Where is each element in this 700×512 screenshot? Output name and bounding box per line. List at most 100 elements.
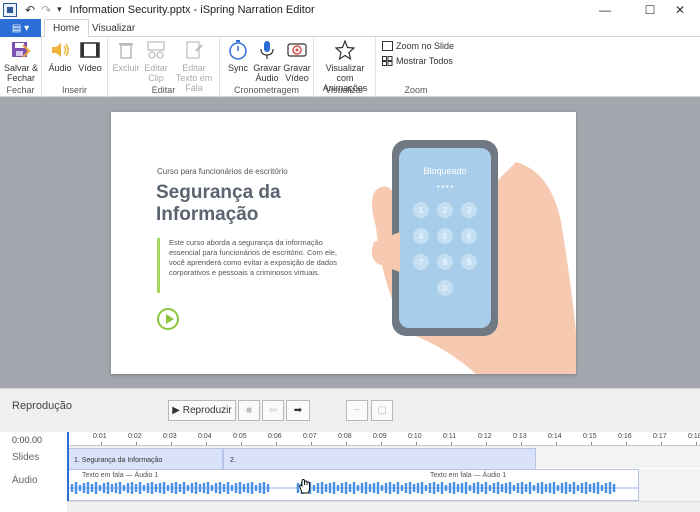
ribbon-group-close: Salvar & Fechar Fechar [0, 37, 42, 97]
hand-cursor-icon [299, 479, 310, 494]
ruler-tick [276, 442, 277, 445]
ruler-tick-label: 0:09 [373, 433, 387, 440]
ruler-tick-label: 0:05 [233, 433, 247, 440]
zoom-out-button[interactable]: − [346, 400, 368, 421]
thumb-shape [371, 232, 400, 272]
zoom-slide-icon [382, 41, 393, 51]
next-slide-button[interactable]: ➡ [286, 400, 310, 421]
close-button[interactable]: ✕ [660, 0, 700, 19]
show-all-label: Mostrar Todos [396, 56, 453, 66]
horizontal-scrollbar[interactable] [67, 501, 700, 512]
ruler-tick-label: 0:01 [93, 433, 107, 440]
ruler-tick [241, 442, 242, 445]
slide-block-2[interactable]: 2. [223, 448, 536, 470]
ruler-tick [626, 442, 627, 445]
playback-label: Reprodução [12, 400, 72, 412]
ruler-tick-label: 0:13 [513, 433, 527, 440]
film-icon [80, 42, 100, 58]
tab-view[interactable]: Visualizar [84, 19, 143, 38]
group-label-insert: Inserir [61, 85, 87, 95]
undo-icon[interactable]: ↶ [25, 3, 35, 17]
phone-key: 2 [443, 206, 448, 215]
sync-label: Sync [227, 63, 248, 73]
audio-track-label: Áudio [12, 475, 38, 486]
slide-headline: Segurança da Informação [156, 182, 281, 225]
record-video-label: Gravar Vídeo [283, 63, 311, 83]
record-audio-label: Gravar Áudio [253, 63, 281, 83]
group-label-zoom: Zoom [404, 85, 428, 95]
ruler-tick [556, 442, 557, 445]
ruler-tick [521, 442, 522, 445]
stop-button[interactable]: ■ [238, 400, 260, 421]
show-all-button[interactable]: Mostrar Todos [382, 56, 453, 66]
ruler-tick-label: 0:03 [163, 433, 177, 440]
ruler-tick [206, 442, 207, 445]
video-label: Vídeo [78, 63, 102, 73]
current-time: 0:00.00 [12, 435, 43, 445]
redo-icon[interactable]: ↷ [41, 3, 51, 17]
time-ruler[interactable]: 0:01 0:02 0:03 0:04 0:05 0:06 0:07 0:08 0:09 0:10… [67, 432, 700, 446]
edit-clip-button[interactable]: Editar Clip [142, 39, 170, 83]
ruler-tick [591, 442, 592, 445]
group-label-view: Visualizar [325, 85, 364, 95]
ribbon-group-zoom: Zoom no Slide Mostrar Todos Zoom [376, 37, 456, 97]
zoom-slide-label: Zoom no Slide [396, 41, 455, 51]
playhead[interactable] [67, 432, 69, 501]
ruler-tick-label: 0:08 [338, 433, 352, 440]
audio-label: Áudio [48, 63, 72, 73]
phone-key: 0 [443, 284, 448, 293]
phone-key: 1 [419, 206, 424, 215]
document-edit-icon [186, 41, 203, 59]
delete-button[interactable]: Excluir [111, 39, 141, 73]
playback-panel: Reprodução ▶ Reproduzir ■ ⇦ ➡ − ▢ [0, 388, 700, 432]
phone-key: 3 [467, 206, 472, 215]
tab-home[interactable]: Home [44, 19, 89, 38]
ruler-tick-label: 0:07 [303, 433, 317, 440]
ruler-tick [381, 442, 382, 445]
slide-workspace: Curso para funcionários de escritório Se… [0, 97, 700, 388]
insert-video-button[interactable]: Vídeo [76, 39, 104, 73]
audio-clip[interactable]: Texto em fala — Áudio 1 Texto em fala — … [67, 469, 639, 501]
ribbon-group-edit: Excluir Editar Clip Editar Texto em Fala… [108, 37, 220, 97]
phone-pin-dots: ● ● ● ● [437, 184, 453, 190]
ruler-tick [451, 442, 452, 445]
star-icon [334, 39, 356, 61]
fit-button[interactable]: ▢ [371, 400, 393, 421]
phone-key: 7 [419, 258, 424, 267]
ruler-tick [661, 442, 662, 445]
file-menu-button[interactable]: ▤ ▾ [0, 19, 41, 37]
sync-button[interactable]: Sync [224, 39, 252, 73]
record-video-button[interactable]: Gravar Vídeo [282, 39, 312, 83]
ruler-tick [311, 442, 312, 445]
ribbon-group-timing: Sync Gravar Áudio Gravar Vídeo Cronometr… [220, 37, 314, 97]
phone-key: 9 [467, 258, 472, 267]
ribbon-tabs: ▤ ▾ Home Visualizar [0, 19, 700, 38]
ruler-tick-label: 0:06 [268, 433, 282, 440]
app-icon [3, 2, 17, 17]
show-all-icon [382, 56, 393, 66]
ruler-tick [346, 442, 347, 445]
ribbon-group-view: Visualizar com Animações Visualizar [314, 37, 376, 97]
slide-kicker: Curso para funcionários de escritório [157, 167, 288, 176]
zoom-slide-button[interactable]: Zoom no Slide [382, 41, 454, 51]
ruler-tick [486, 442, 487, 445]
audio-waveform [68, 482, 638, 494]
previous-slide-button[interactable]: ⇦ [262, 400, 284, 421]
play-button[interactable]: ▶ Reproduzir [168, 400, 236, 421]
group-label-timing: Cronometragem [233, 85, 300, 95]
minimize-button[interactable]: — [585, 0, 625, 19]
ribbon: Salvar & Fechar Fechar Áudio Vídeo Inser… [0, 37, 700, 97]
phone-key: 8 [443, 258, 448, 267]
slide-play-icon [157, 308, 179, 330]
slide-block-1[interactable]: 1. Segurança da Informação [67, 448, 223, 470]
record-audio-button[interactable]: Gravar Áudio [253, 39, 281, 83]
slides-track: 1. Segurança da Informação 2. [67, 446, 700, 470]
phone-status-text: Bloqueado [423, 166, 466, 176]
ruler-tick [416, 442, 417, 445]
customize-qa-icon[interactable]: ▾ [57, 4, 62, 15]
edit-clip-label: Editar Clip [144, 63, 168, 83]
ruler-tick [696, 442, 697, 445]
trash-icon [119, 43, 133, 59]
insert-audio-button[interactable]: Áudio [46, 39, 74, 73]
save-close-button[interactable]: Salvar & Fechar [4, 39, 38, 83]
